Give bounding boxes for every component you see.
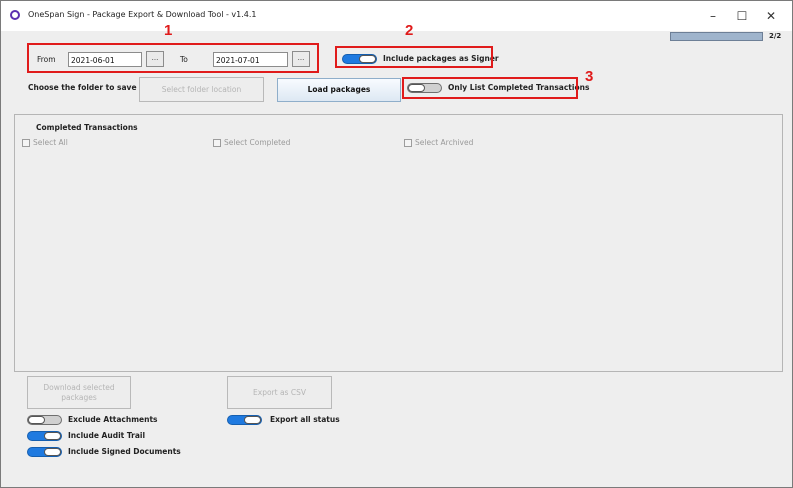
toggle-knob — [28, 416, 45, 424]
progress-text: 2/2 — [769, 32, 782, 40]
progress-bar — [670, 32, 763, 41]
download-selected-button[interactable]: Download selected packages — [27, 376, 131, 409]
toggle-knob — [44, 448, 61, 456]
toggle-knob — [244, 416, 261, 424]
annotation-box-3 — [402, 77, 578, 99]
annotation-box-2 — [335, 46, 493, 68]
window-title: OneSpan Sign - Package Export & Download… — [28, 10, 257, 19]
select-archived-label: Select Archived — [415, 138, 474, 147]
app-window: OneSpan Sign - Package Export & Download… — [0, 0, 793, 488]
minimize-button[interactable]: – — [698, 1, 728, 31]
transactions-panel: Completed Transactions Select All Select… — [14, 114, 783, 372]
annotation-number-1: 1 — [164, 22, 173, 39]
select-archived-checkbox[interactable] — [404, 139, 412, 147]
annotation-box-1 — [27, 43, 319, 73]
select-completed-checkbox[interactable] — [213, 139, 221, 147]
app-logo-icon — [10, 10, 20, 20]
export-csv-button[interactable]: Export as CSV — [227, 376, 332, 409]
exclude-attachments-label: Exclude Attachments — [68, 415, 158, 424]
select-all-checkbox[interactable] — [22, 139, 30, 147]
export-all-toggle[interactable] — [227, 415, 262, 425]
close-button[interactable]: ✕ — [756, 1, 786, 31]
annotation-number-3: 3 — [585, 68, 594, 85]
choose-folder-label: Choose the folder to save — [28, 83, 137, 92]
select-all-label: Select All — [33, 138, 68, 147]
progress-fill — [671, 33, 762, 40]
include-audit-toggle[interactable] — [27, 431, 62, 441]
select-completed-label: Select Completed — [224, 138, 291, 147]
panel-title: Completed Transactions — [36, 123, 138, 132]
exclude-attachments-toggle[interactable] — [27, 415, 62, 425]
include-audit-label: Include Audit Trail — [68, 431, 146, 440]
toggle-knob — [44, 432, 61, 440]
maximize-button[interactable]: ☐ — [727, 1, 757, 31]
include-signed-toggle[interactable] — [27, 447, 62, 457]
annotation-number-2: 2 — [405, 22, 414, 39]
load-packages-button[interactable]: Load packages — [277, 78, 401, 102]
include-signed-label: Include Signed Documents — [68, 447, 181, 456]
export-all-label: Export all status — [270, 415, 340, 424]
select-folder-button[interactable]: Select folder location — [139, 77, 264, 102]
title-bar: OneSpan Sign - Package Export & Download… — [1, 1, 792, 31]
